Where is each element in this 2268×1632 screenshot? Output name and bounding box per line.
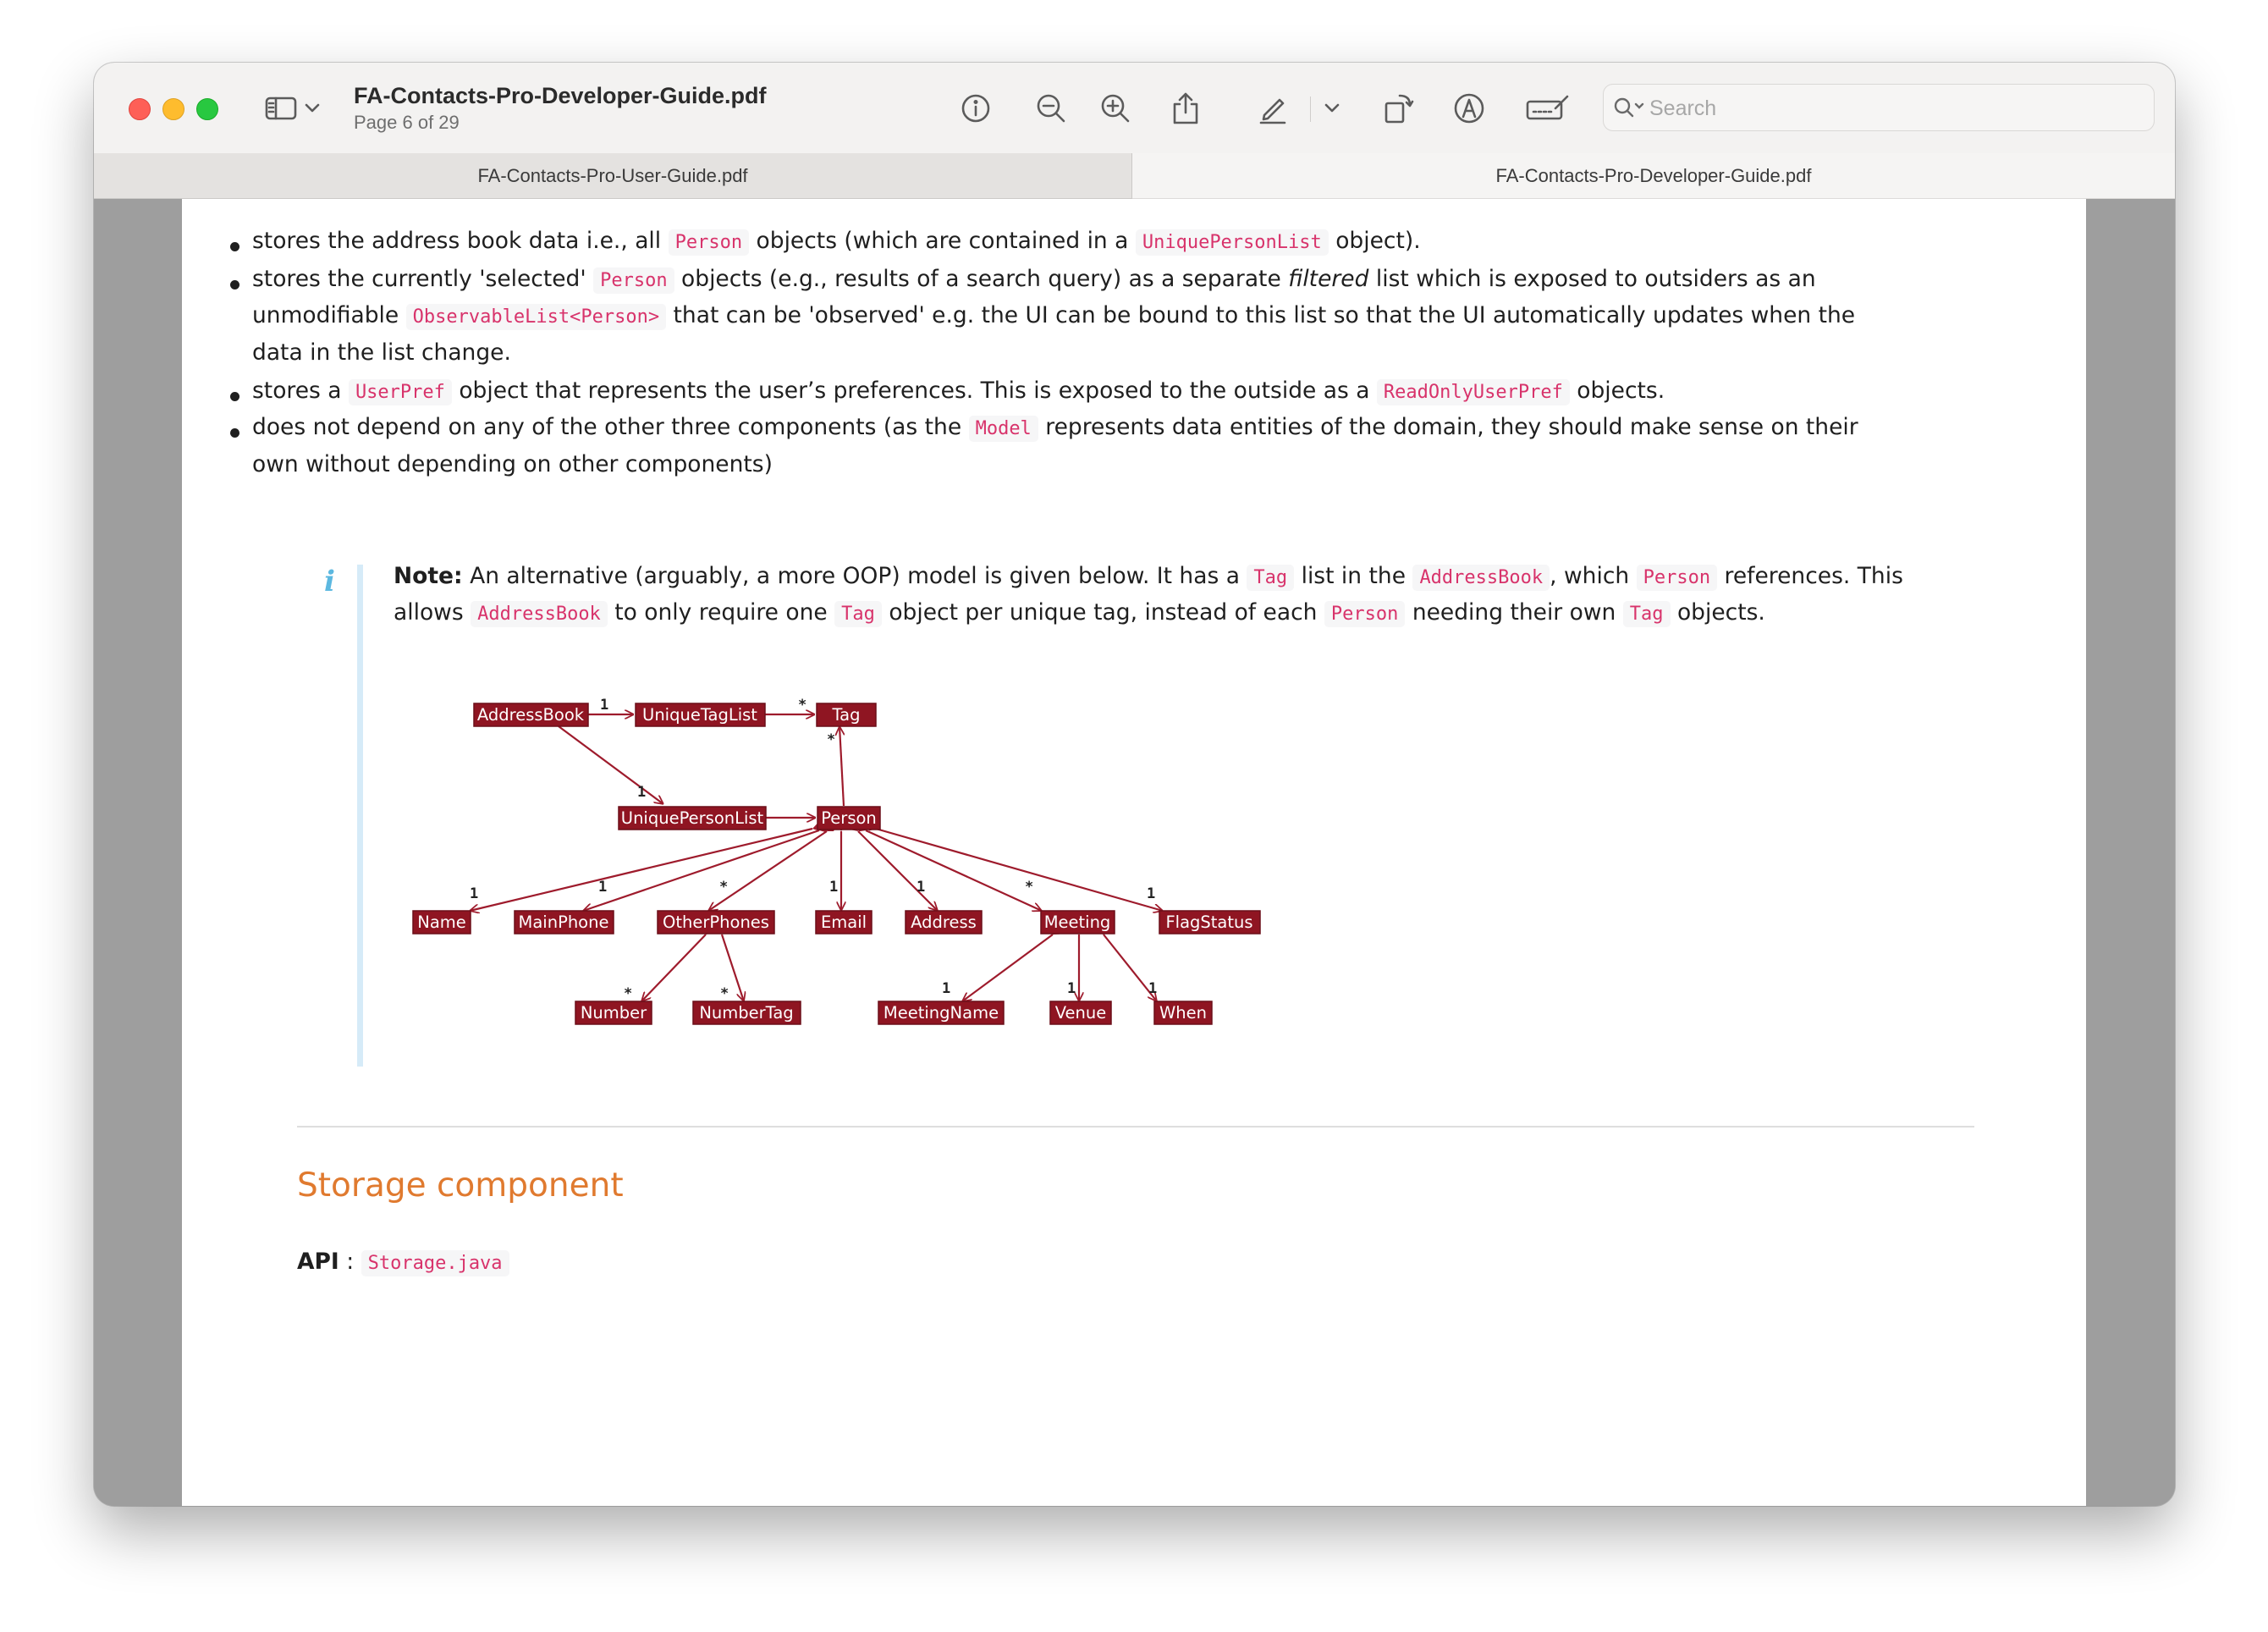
node-addressbook: AddressBook xyxy=(473,703,589,727)
title-bar: FA-Contacts-Pro-Developer-Guide.pdf Page… xyxy=(94,63,2175,154)
mult-person-name: 1 xyxy=(470,885,478,902)
node-flagstatus: FlagStatus xyxy=(1159,910,1261,935)
search-placeholder: Search xyxy=(1649,96,1717,120)
node-otherphones: OtherPhones xyxy=(657,910,775,935)
node-number: Number xyxy=(575,1001,652,1025)
node-label: When xyxy=(1159,1003,1207,1023)
node-label: UniqueTagList xyxy=(642,705,757,725)
node-label: OtherPhones xyxy=(663,912,769,932)
mult-person-otherphones: * xyxy=(719,879,728,896)
mult-person-mainphone: 1 xyxy=(598,879,607,896)
mult-meeting-venue: 1 xyxy=(1067,980,1076,997)
section-heading: Storage component xyxy=(297,1166,624,1205)
preview-window: FA-Contacts-Pro-Developer-Guide.pdf Page… xyxy=(94,63,2175,1506)
sidebar-icon[interactable] xyxy=(262,88,300,129)
class-diagram: 1 * * 1 1 1 * 1 1 * 1 * * 1 1 1 AddressB… xyxy=(412,697,1261,1025)
zoom-window-button[interactable] xyxy=(196,98,218,120)
zoom-in-icon[interactable] xyxy=(1098,88,1132,129)
markup-icon[interactable] xyxy=(1451,88,1487,129)
zoom-out-icon[interactable] xyxy=(1034,88,1068,129)
edge-otherphones-number xyxy=(641,935,706,1001)
minimize-window-button[interactable] xyxy=(162,98,184,120)
node-label: MainPhone xyxy=(519,912,609,932)
edge-person-flagstatus xyxy=(876,829,1163,911)
node-mainphone: MainPhone xyxy=(514,910,614,935)
info-icon[interactable] xyxy=(959,88,993,129)
node-numbertag: NumberTag xyxy=(692,1001,801,1025)
mult-person-meeting: * xyxy=(1025,879,1033,896)
node-label: Tag xyxy=(831,705,860,725)
mult-uniquetaglist-tag: * xyxy=(798,697,806,714)
node-name: Name xyxy=(412,910,471,935)
diagram-edges xyxy=(470,714,1163,1001)
document-view[interactable]: stores the address book data i.e., all P… xyxy=(94,199,2175,1506)
edge-person-meeting xyxy=(866,830,1042,911)
node-when: When xyxy=(1153,1001,1213,1025)
node-tag: Tag xyxy=(816,703,877,727)
pdf-page: stores the address book data i.e., all P… xyxy=(182,199,2086,1506)
node-label: AddressBook xyxy=(477,705,585,725)
search-field[interactable]: Search xyxy=(1603,84,2155,131)
node-label: Email xyxy=(821,912,867,932)
edge-person-name xyxy=(470,829,812,911)
document-title: FA-Contacts-Pro-Developer-Guide.pdf xyxy=(354,83,767,108)
mult-addressbook-uniquepersonlist: 1 xyxy=(637,784,646,801)
mult-person-address: 1 xyxy=(917,879,925,896)
node-uniquetaglist: UniqueTagList xyxy=(635,703,766,727)
multiplicity-labels: 1 * * 1 1 1 * 1 1 * 1 * * 1 1 1 xyxy=(470,697,1157,1002)
node-person: Person xyxy=(817,806,881,830)
chevron-down-icon[interactable] xyxy=(1321,88,1343,129)
mult-addressbook-uniquetaglist: 1 xyxy=(600,697,608,714)
text: : xyxy=(346,1249,355,1275)
edge-person-tag xyxy=(839,726,845,807)
node-label: Number xyxy=(581,1003,647,1023)
api-line: API : Storage.java xyxy=(297,1249,509,1276)
node-meetingname: MeetingName xyxy=(878,1001,1005,1025)
node-label: Person xyxy=(821,808,877,828)
highlight-pen-icon[interactable] xyxy=(1255,88,1291,129)
node-email: Email xyxy=(815,910,873,935)
chevron-down-icon[interactable] xyxy=(301,88,323,129)
node-address: Address xyxy=(905,910,983,935)
edge-person-mainphone xyxy=(583,830,819,911)
page-indicator: Page 6 of 29 xyxy=(354,112,460,133)
tab-user-guide[interactable]: FA-Contacts-Pro-User-Guide.pdf xyxy=(94,153,1132,199)
mult-otherphones-numbertag: * xyxy=(720,985,729,1002)
node-uniquepersonlist: UniquePersonList xyxy=(618,806,767,830)
mult-meeting-when: 1 xyxy=(1148,980,1157,997)
mult-meeting-meetingname: 1 xyxy=(942,980,950,997)
share-icon[interactable] xyxy=(1169,88,1203,129)
section-divider xyxy=(297,1126,1974,1128)
node-label: Address xyxy=(911,912,977,932)
mult-person-tag: * xyxy=(827,731,835,748)
node-venue: Venue xyxy=(1049,1001,1112,1025)
tab-bar: FA-Contacts-Pro-User-Guide.pdf FA-Contac… xyxy=(94,153,2175,199)
node-label: FlagStatus xyxy=(1165,912,1252,932)
node-label: NumberTag xyxy=(699,1003,793,1023)
mult-person-email: 1 xyxy=(829,879,838,896)
node-label: UniquePersonList xyxy=(621,808,764,828)
rotate-icon[interactable] xyxy=(1380,88,1416,129)
node-label: Venue xyxy=(1055,1003,1107,1023)
signature-icon[interactable] xyxy=(1525,88,1571,129)
search-icon xyxy=(1614,97,1644,118)
close-window-button[interactable] xyxy=(129,98,151,120)
node-label: MeetingName xyxy=(884,1003,999,1023)
node-meeting: Meeting xyxy=(1040,910,1115,935)
api-label: API xyxy=(297,1249,339,1275)
mult-person-flagstatus: 1 xyxy=(1147,885,1155,902)
edge-person-otherphones xyxy=(708,831,827,911)
node-label: Meeting xyxy=(1044,912,1111,932)
node-label: Name xyxy=(417,912,466,932)
edge-meeting-meetingname xyxy=(962,935,1053,1001)
tab-developer-guide[interactable]: FA-Contacts-Pro-Developer-Guide.pdf xyxy=(1132,153,2175,199)
toolbar-separator xyxy=(1310,96,1311,122)
edge-addressbook-uniquepersonlist xyxy=(559,726,663,804)
mult-otherphones-number: * xyxy=(624,985,632,1002)
code-storage-java[interactable]: Storage.java xyxy=(361,1250,509,1276)
